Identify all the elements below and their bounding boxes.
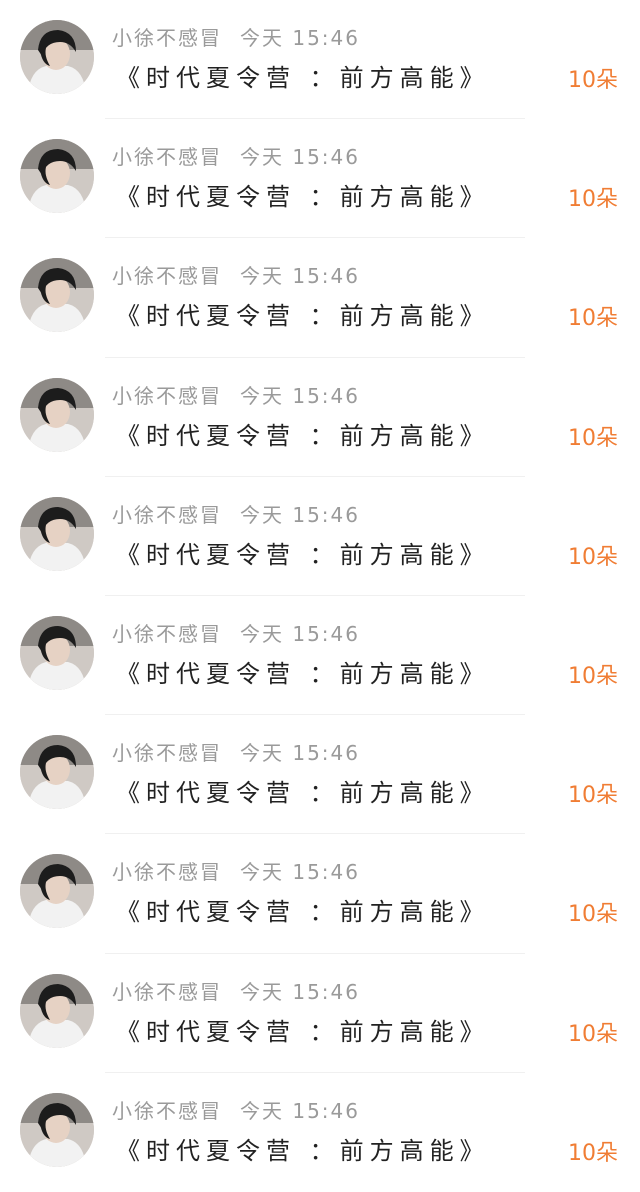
list-item[interactable]: 小徐不感冒 今天 15:46 《时代夏令营 ：前方高能》 10朵 bbox=[0, 834, 640, 954]
item-meta: 小徐不感冒 今天 15:46 bbox=[112, 380, 360, 409]
user-avatar[interactable] bbox=[20, 258, 94, 333]
item-meta: 小徐不感冒 今天 15:46 bbox=[112, 499, 360, 528]
gift-count: 10朵 bbox=[568, 544, 618, 570]
timestamp: 今天 15:46 bbox=[240, 741, 360, 766]
item-content: 《时代夏令营 ：前方高能》 bbox=[116, 1136, 490, 1165]
username[interactable]: 小徐不感冒 bbox=[112, 1099, 222, 1123]
list-item[interactable]: 小徐不感冒 今天 15:46 《时代夏令营 ：前方高能》 10朵 bbox=[0, 0, 640, 120]
username[interactable]: 小徐不感冒 bbox=[112, 145, 222, 169]
gift-count: 10朵 bbox=[568, 68, 618, 93]
gift-count: 10朵 bbox=[568, 902, 618, 928]
timestamp: 今天 15:46 bbox=[240, 383, 360, 408]
gift-count: 10朵 bbox=[568, 664, 618, 689]
item-content: 《时代夏令营 ：前方高能》 bbox=[116, 64, 490, 92]
gift-count: 10朵 bbox=[568, 187, 618, 213]
item-meta: 小徐不感冒 今天 15:46 bbox=[112, 22, 360, 51]
gift-count: 10朵 bbox=[568, 1021, 618, 1047]
list-item[interactable]: 小徐不感冒 今天 15:46 《时代夏令营 ：前方高能》 10朵 bbox=[0, 1073, 640, 1192]
user-avatar[interactable] bbox=[20, 735, 94, 810]
timestamp: 今天 15:46 bbox=[240, 1098, 360, 1123]
avatar-photo-icon bbox=[20, 735, 94, 810]
item-content: 《时代夏令营 ：前方高能》 bbox=[116, 421, 490, 450]
item-meta: 小徐不感冒 今天 15:46 bbox=[112, 1095, 360, 1124]
gift-count: 10朵 bbox=[568, 306, 618, 332]
list-item[interactable]: 小徐不感冒 今天 15:46 《时代夏令营 ：前方高能》 10朵 bbox=[0, 358, 640, 477]
item-content: 《时代夏令营 ：前方高能》 bbox=[116, 302, 490, 331]
item-meta: 小徐不感冒 今天 15:46 bbox=[112, 856, 360, 885]
user-avatar[interactable] bbox=[20, 973, 94, 1048]
item-content: 《时代夏令营 ：前方高能》 bbox=[116, 660, 490, 688]
user-avatar[interactable] bbox=[20, 377, 94, 452]
avatar-photo-icon bbox=[20, 377, 94, 452]
user-avatar[interactable] bbox=[20, 616, 94, 690]
list-item[interactable]: 小徐不感冒 今天 15:46 《时代夏令营 ：前方高能》 10朵 bbox=[0, 119, 640, 239]
item-content: 《时代夏令营 ：前方高能》 bbox=[116, 898, 490, 927]
avatar-photo-icon bbox=[20, 139, 94, 214]
avatar-photo-icon bbox=[20, 496, 94, 571]
item-content: 《时代夏令营 ：前方高能》 bbox=[116, 779, 490, 808]
item-meta: 小徐不感冒 今天 15:46 bbox=[112, 737, 360, 766]
avatar-photo-icon bbox=[20, 20, 94, 94]
list-item[interactable]: 小徐不感冒 今天 15:46 《时代夏令营 ：前方高能》 10朵 bbox=[0, 477, 640, 596]
user-avatar[interactable] bbox=[20, 139, 94, 214]
gift-record-list: 小徐不感冒 今天 15:46 《时代夏令营 ：前方高能》 10朵 小徐不感冒 今天 … bbox=[0, 0, 640, 1192]
user-avatar[interactable] bbox=[20, 1092, 94, 1167]
timestamp: 今天 15:46 bbox=[240, 979, 360, 1004]
avatar-photo-icon bbox=[20, 854, 94, 929]
user-avatar[interactable] bbox=[20, 854, 94, 929]
avatar-photo-icon bbox=[20, 616, 94, 690]
list-item[interactable]: 小徐不感冒 今天 15:46 《时代夏令营 ：前方高能》 10朵 bbox=[0, 715, 640, 835]
timestamp: 今天 15:46 bbox=[240, 502, 360, 527]
item-meta: 小徐不感冒 今天 15:46 bbox=[112, 141, 360, 170]
gift-count: 10朵 bbox=[568, 1140, 618, 1166]
avatar-photo-icon bbox=[20, 973, 94, 1048]
timestamp: 今天 15:46 bbox=[240, 145, 360, 170]
timestamp: 今天 15:46 bbox=[240, 264, 360, 289]
user-avatar[interactable] bbox=[20, 20, 94, 94]
username[interactable]: 小徐不感冒 bbox=[112, 503, 222, 527]
item-meta: 小徐不感冒 今天 15:46 bbox=[112, 618, 360, 647]
timestamp: 今天 15:46 bbox=[240, 860, 360, 885]
username[interactable]: 小徐不感冒 bbox=[112, 264, 222, 288]
username[interactable]: 小徐不感冒 bbox=[112, 980, 222, 1004]
username[interactable]: 小徐不感冒 bbox=[112, 741, 222, 765]
item-meta: 小徐不感冒 今天 15:46 bbox=[112, 976, 360, 1005]
avatar-photo-icon bbox=[20, 258, 94, 333]
username[interactable]: 小徐不感冒 bbox=[112, 860, 222, 884]
item-meta: 小徐不感冒 今天 15:46 bbox=[112, 260, 360, 289]
item-content: 《时代夏令营 ：前方高能》 bbox=[116, 183, 490, 212]
user-avatar[interactable] bbox=[20, 496, 94, 571]
gift-count: 10朵 bbox=[568, 783, 618, 809]
timestamp: 今天 15:46 bbox=[240, 26, 360, 50]
list-item[interactable]: 小徐不感冒 今天 15:46 《时代夏令营 ：前方高能》 10朵 bbox=[0, 238, 640, 358]
username[interactable]: 小徐不感冒 bbox=[112, 384, 222, 408]
username[interactable]: 小徐不感冒 bbox=[112, 26, 222, 50]
gift-count: 10朵 bbox=[568, 425, 618, 451]
list-item[interactable]: 小徐不感冒 今天 15:46 《时代夏令营 ：前方高能》 10朵 bbox=[0, 596, 640, 716]
item-content: 《时代夏令营 ：前方高能》 bbox=[116, 540, 490, 569]
timestamp: 今天 15:46 bbox=[240, 622, 360, 646]
username[interactable]: 小徐不感冒 bbox=[112, 622, 222, 646]
list-item[interactable]: 小徐不感冒 今天 15:46 《时代夏令营 ：前方高能》 10朵 bbox=[0, 954, 640, 1073]
avatar-photo-icon bbox=[20, 1092, 94, 1167]
item-content: 《时代夏令营 ：前方高能》 bbox=[116, 1017, 490, 1046]
